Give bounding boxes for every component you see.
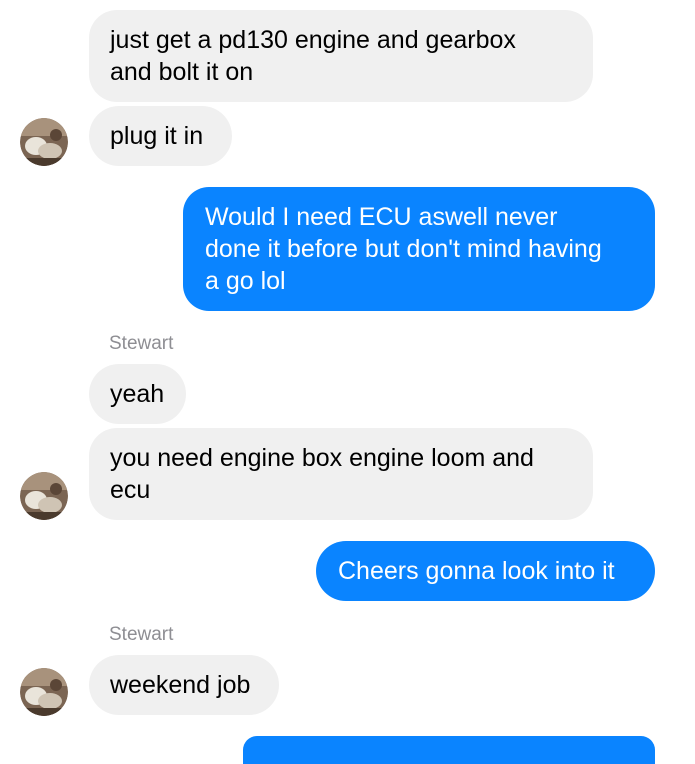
message-bubble-outgoing[interactable]: Cheers gonna look into it (316, 541, 655, 601)
message-bubble-incoming[interactable]: yeah (89, 364, 186, 424)
message-bubble-incoming[interactable]: you need engine box engine loom and ecu (89, 428, 593, 520)
avatar-stewart[interactable] (20, 668, 68, 716)
message-bubble-outgoing[interactable] (243, 736, 655, 764)
avatar-photo-icon (20, 472, 68, 520)
sender-name: Stewart (109, 624, 174, 645)
avatar-photo-icon (20, 118, 68, 166)
avatar-stewart[interactable] (20, 472, 68, 520)
message-bubble-incoming[interactable]: plug it in (89, 106, 232, 166)
message-bubble-incoming[interactable]: weekend job (89, 655, 279, 715)
sender-name: Stewart (109, 333, 174, 354)
avatar-photo-icon (20, 668, 68, 716)
message-bubble-outgoing[interactable]: Would I need ECU aswell never done it be… (183, 187, 655, 311)
avatar-stewart[interactable] (20, 118, 68, 166)
message-bubble-incoming[interactable]: just get a pd130 engine and gearbox and … (89, 10, 593, 102)
